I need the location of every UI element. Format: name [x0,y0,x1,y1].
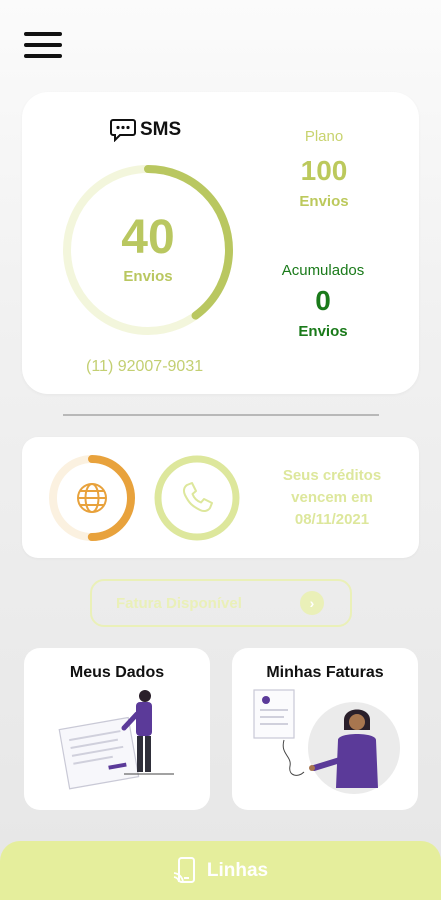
credits-expiry-date: 08/11/2021 [294,511,370,528]
invoice-available-button[interactable]: Fatura Disponível › [90,579,352,627]
hamburger-menu-icon [24,32,62,36]
globe-icon [77,483,107,513]
sms-remaining-value: 40 [121,211,175,264]
voice-progress-ring[interactable] [152,453,242,543]
accumulated-block: Acumulados 0 Envios [267,262,379,340]
sms-summary-card: SMS 40 Envios (11) 92007-9031 Plano 100 … [22,92,419,394]
arrow-right-circle-icon: › [300,591,324,615]
phone-number: (11) 92007-9031 [86,358,204,375]
menu-button[interactable] [24,32,62,60]
my-data-tile[interactable]: Meus Dados [24,648,210,810]
accumulated-value: 0 [315,285,331,316]
plan-unit: Envios [299,193,349,210]
phone-icon [182,482,213,513]
plan-value: 100 [300,155,348,186]
data-progress-ring[interactable] [47,453,137,543]
sms-remaining-unit: Envios [123,268,173,285]
section-divider [63,414,379,416]
accumulated-label: Acumulados [281,262,365,279]
sms-title: SMS [110,118,181,142]
plan-block: Plano 100 Envios [272,128,376,210]
my-data-illustration-icon [58,690,174,790]
lines-label: Linhas [206,859,269,881]
my-invoices-title: Minhas Faturas [266,664,384,681]
sms-title-label: SMS [140,119,182,140]
accumulated-unit: Envios [298,323,348,340]
credits-expiry-text: Seus créditos vencem em 08/11/2021 [267,465,397,531]
mobile-lines-icon [173,856,195,883]
my-data-title: Meus Dados [69,664,165,681]
lines-bottom-bar[interactable]: Linhas [0,841,441,900]
sms-chat-icon [110,119,136,142]
my-invoices-tile[interactable]: Minhas Faturas [232,648,418,810]
invoice-available-label: Fatura Disponível [116,594,242,612]
credits-card: Seus créditos vencem em 08/11/2021 [22,437,419,558]
my-invoices-illustration-icon [253,689,400,794]
plan-label: Plano [304,128,344,145]
